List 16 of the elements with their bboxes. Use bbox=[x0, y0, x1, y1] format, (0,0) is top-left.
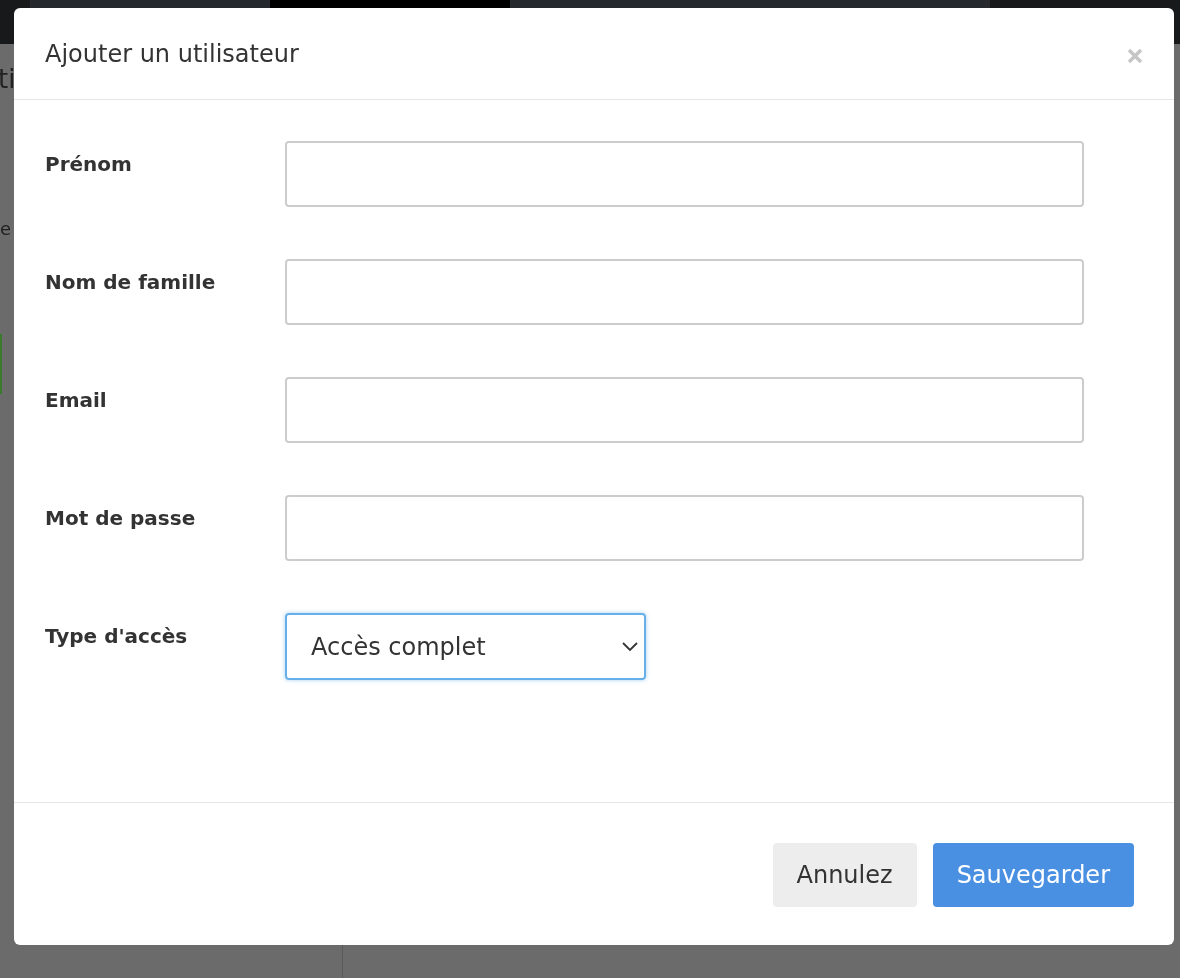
text-input[interactable] bbox=[285, 141, 1084, 207]
cancel-button[interactable]: Annulez bbox=[772, 843, 917, 907]
field-label: Prénom bbox=[45, 151, 133, 178]
access-type-select[interactable]: Accès complet bbox=[285, 613, 646, 680]
field-label: Email bbox=[45, 387, 108, 414]
dialog-title: Ajouter un utilisateur bbox=[45, 38, 299, 70]
chevron-down-icon bbox=[622, 641, 638, 652]
field-label: Type d'accès bbox=[45, 623, 189, 650]
field-label: Mot de passe bbox=[45, 505, 197, 532]
label-fragment: e bbox=[0, 220, 13, 238]
text-input[interactable] bbox=[285, 495, 1084, 561]
close-icon[interactable] bbox=[1126, 46, 1144, 65]
field-label: Nom de famille bbox=[45, 269, 217, 296]
text-input[interactable] bbox=[285, 259, 1084, 325]
button-edge bbox=[0, 334, 2, 394]
text-input[interactable] bbox=[285, 377, 1084, 443]
